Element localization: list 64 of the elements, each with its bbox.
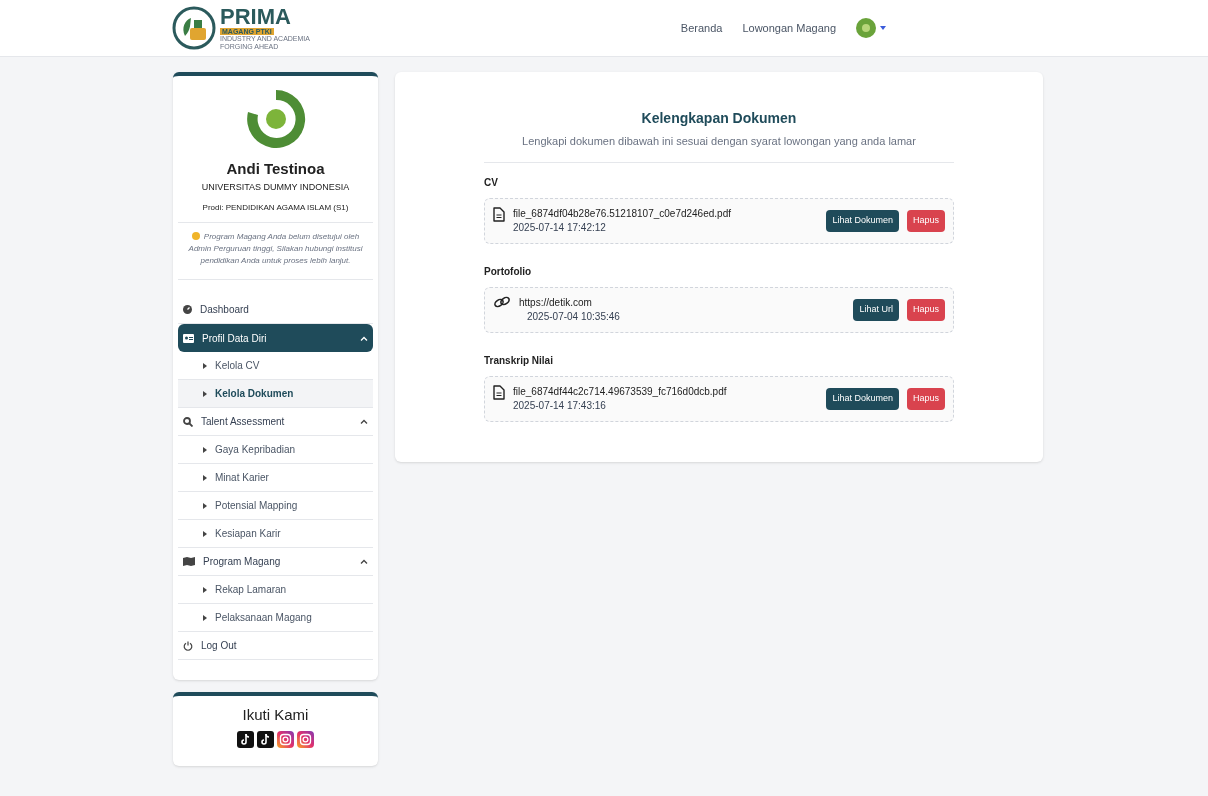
power-icon [183, 640, 193, 651]
delete-button[interactable]: Hapus [907, 209, 945, 232]
id-card-icon [183, 333, 194, 343]
camera-icon[interactable] [297, 730, 314, 748]
study-program: Prodi: PENDIDIKAN AGAMA ISLAM (S1) [178, 202, 373, 223]
view-button[interactable]: Lihat Dokumen [826, 209, 899, 232]
submenu-item[interactable]: Kesiapan Karir [178, 520, 373, 548]
menu-item[interactable]: Program Magang [178, 548, 373, 576]
chevron-icon [360, 559, 368, 564]
avatar-icon [244, 88, 307, 150]
caret-icon [880, 26, 886, 30]
submenu-item[interactable]: Minat Karier [178, 464, 373, 492]
dashboard-icon [183, 305, 192, 314]
nav-link[interactable]: Lowongan Magang [742, 19, 836, 37]
search-icon [183, 416, 193, 427]
delete-button[interactable]: Hapus [907, 387, 945, 410]
profile-name: Andi Testinoa [226, 159, 325, 179]
document-name: file_6874df44c2c714.49673539_fc716d0dcb.pdf [513, 384, 728, 399]
map-icon [183, 557, 195, 566]
caret-icon [203, 614, 207, 621]
page-subtitle: Lengkapi dokumen dibawah ini sesuai dengan syarat lowongan yang anda lamar [484, 133, 954, 163]
document-label: Portofolio [484, 264, 533, 279]
document-date: 2025-07-14 17:43:16 [513, 398, 607, 413]
link-icon [493, 294, 511, 309]
menu-item[interactable]: Log Out [178, 632, 373, 660]
user-menu-button[interactable] [856, 18, 886, 38]
submenu-item[interactable]: Rekap Lamaran [178, 576, 373, 604]
document-name: https://detik.com [519, 295, 593, 310]
caret-icon [203, 586, 207, 593]
document-date: 2025-07-04 10:35:46 [526, 309, 621, 324]
notice-text: Program Magang Anda belum disetujui oleh Admin Perguruan tinggi, Silakan hubungi institusi pendidikan Anda untuk proses lebih lanjut. [187, 231, 364, 267]
chevron-icon [360, 335, 368, 341]
document-icon [493, 206, 505, 222]
music-note-icon[interactable] [257, 730, 274, 748]
avatar-icon [856, 18, 876, 38]
submenu-item[interactable]: Pelaksanaan Magang [178, 604, 373, 632]
nav-link[interactable]: Beranda [680, 19, 723, 37]
menu-item[interactable]: Profil Data Diri [178, 324, 373, 352]
submenu-item[interactable]: Kelola Dokumen [178, 380, 373, 408]
document-name: file_6874df04b28e76.51218107_c0e7d246ed.pdf [513, 206, 732, 221]
caret-icon [203, 446, 207, 453]
caret-icon [203, 362, 207, 369]
document-label: CV [484, 175, 499, 190]
social-title: Ikuti Kami [242, 705, 309, 725]
camera-icon[interactable] [277, 730, 294, 748]
menu-item[interactable]: Talent Assessment [178, 408, 373, 436]
submenu-item[interactable]: Potensial Mapping [178, 492, 373, 520]
university-name: UNIVERSITAS DUMMY INDONESIA [201, 180, 350, 194]
caret-icon [203, 502, 207, 509]
view-button[interactable]: Lihat Dokumen [826, 387, 899, 410]
delete-button[interactable]: Hapus [907, 298, 945, 321]
caret-icon [203, 474, 207, 481]
view-button[interactable]: Lihat Url [853, 298, 899, 321]
document-date: 2025-07-14 17:42:12 [513, 220, 607, 235]
chevron-icon [360, 419, 368, 424]
logo-title: PRIMA [220, 5, 292, 28]
submenu-item[interactable]: Gaya Kepribadian [178, 436, 373, 464]
page-title: Kelengkapan Dokumen [641, 109, 797, 128]
document-icon [493, 384, 505, 400]
music-note-icon[interactable] [237, 730, 254, 748]
document-label: Transkrip Nilai [484, 353, 554, 368]
logo-icon [172, 6, 216, 50]
caret-icon [203, 390, 207, 397]
caret-icon [203, 530, 207, 537]
